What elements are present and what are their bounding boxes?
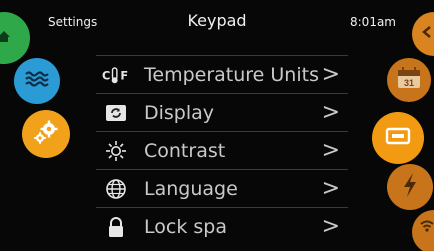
keypad-settings-screen: Settings Keypad 8:01am 31 C F Temperatur…: [0, 0, 434, 251]
wifi-button[interactable]: [412, 210, 434, 251]
menu-item-label: Contrast: [144, 140, 226, 162]
keypad-icon: [385, 127, 411, 149]
back-arrow-icon: [419, 24, 434, 44]
chevron-right-icon: >: [321, 138, 340, 163]
clock: 8:01am: [350, 15, 396, 29]
menu-item-contrast[interactable]: Contrast >: [96, 131, 348, 169]
contrast-sun-icon: [102, 140, 130, 162]
menu-item-label: Display: [144, 102, 215, 124]
temperature-units-icon: C F: [102, 64, 130, 86]
chevron-right-icon: >: [321, 62, 340, 87]
calendar-button[interactable]: 31: [387, 58, 431, 102]
wifi-icon: [419, 218, 434, 238]
keypad-button[interactable]: [374, 114, 422, 162]
calendar-date: 31: [404, 78, 414, 88]
lightning-icon: [400, 172, 420, 202]
gears-icon: [32, 119, 60, 149]
svg-text:C: C: [102, 68, 110, 82]
settings-menu-list: C F Temperature Units > Display > Contra…: [96, 55, 348, 251]
chevron-right-icon: >: [321, 100, 340, 125]
menu-item-label: Language: [144, 178, 238, 200]
lock-icon: [102, 216, 130, 238]
menu-item-lock-spa[interactable]: Lock spa >: [96, 207, 348, 245]
menu-item-label: Lock spa: [144, 216, 227, 238]
water-button[interactable]: [14, 58, 60, 104]
settings-button[interactable]: [22, 110, 70, 158]
status-bar: Settings Keypad 8:01am: [0, 0, 434, 44]
menu-item-display[interactable]: Display >: [96, 93, 348, 131]
menu-item-temperature-units[interactable]: C F Temperature Units >: [96, 55, 348, 93]
power-button[interactable]: [387, 164, 433, 210]
display-icon: [102, 102, 130, 124]
menu-item-language[interactable]: Language >: [96, 169, 348, 207]
menu-item-label: Temperature Units: [144, 64, 319, 86]
chevron-right-icon: >: [321, 176, 340, 201]
svg-text:F: F: [120, 68, 128, 82]
home-icon: [0, 26, 14, 50]
water-waves-icon: [24, 68, 50, 94]
language-globe-icon: [102, 178, 130, 200]
calendar-icon: 31: [395, 66, 423, 94]
chevron-right-icon: >: [321, 214, 340, 239]
